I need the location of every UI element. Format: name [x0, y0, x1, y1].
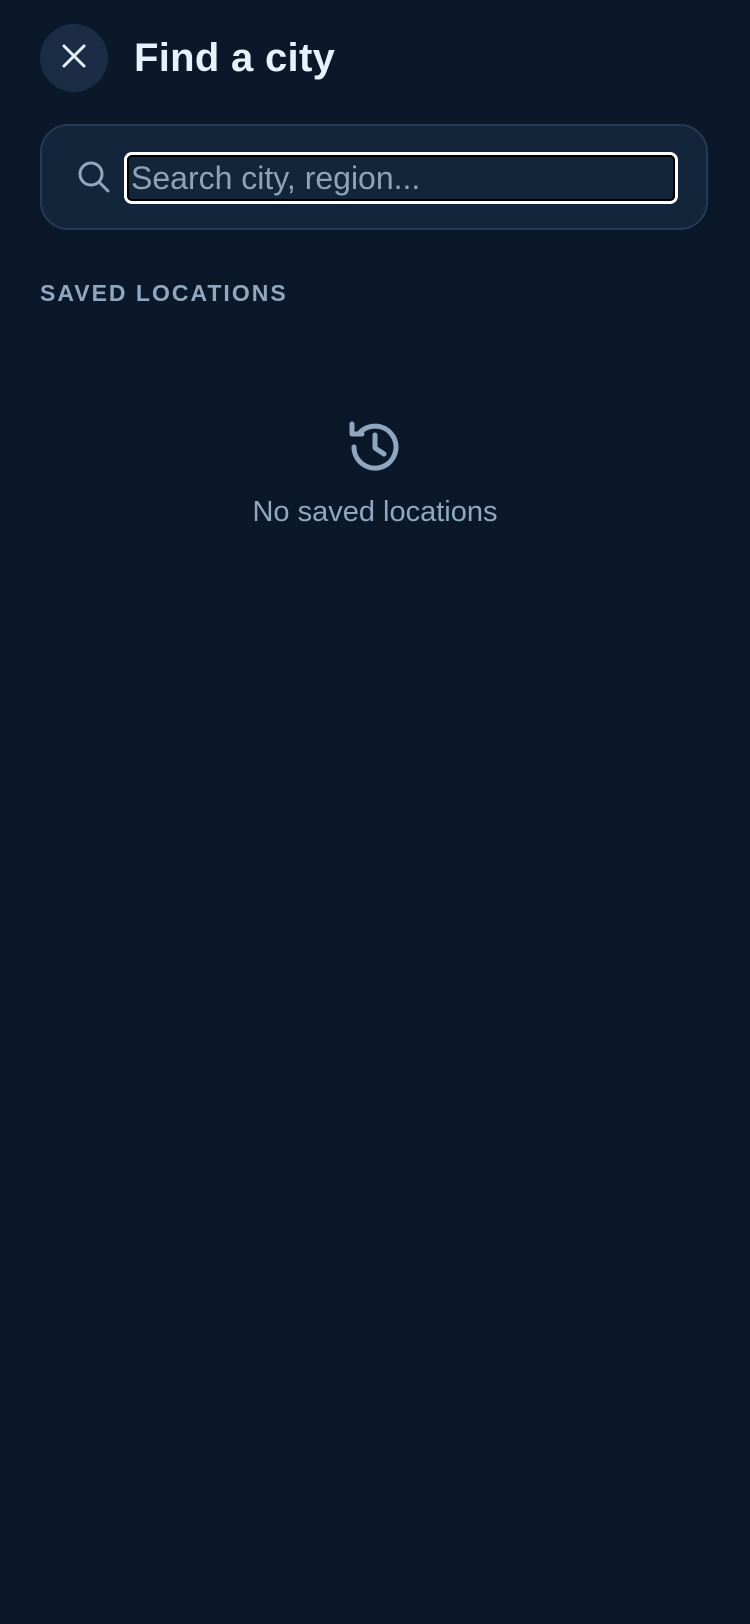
empty-state-message: No saved locations [252, 496, 498, 528]
header: Find a city [40, 24, 335, 92]
saved-locations-heading: SAVED LOCATIONS [40, 280, 288, 306]
page-title: Find a city [134, 35, 336, 80]
empty-state: No saved locations [0, 418, 750, 529]
close-icon [61, 43, 87, 74]
search-input[interactable] [124, 152, 678, 204]
find-city-screen: Find a city SAVED LOCATIONS No saved loc… [0, 0, 750, 1624]
search-box[interactable] [40, 124, 708, 230]
history-icon [346, 418, 404, 476]
search-icon [76, 159, 112, 195]
close-button[interactable] [40, 24, 108, 92]
